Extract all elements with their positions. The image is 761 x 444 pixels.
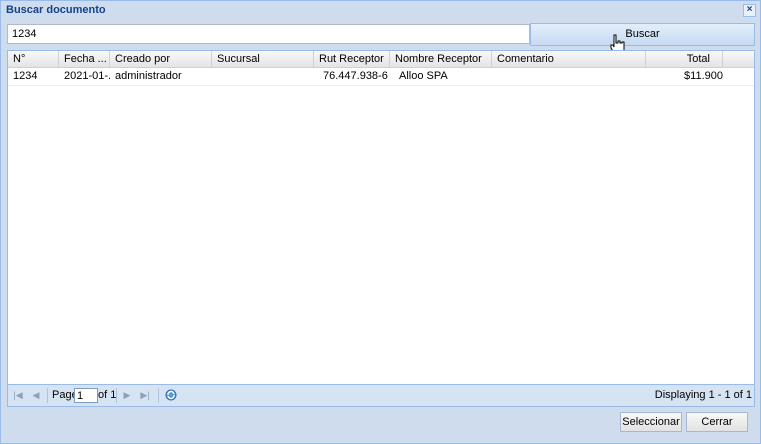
toolbar-separator [116,388,117,403]
column-header-spacer [723,51,754,67]
table-row[interactable]: 1234 2021-01-... administrador 76.447.93… [8,68,754,86]
refresh-icon[interactable] [165,389,177,401]
window-title: Buscar documento [6,4,106,16]
search-document-window: Buscar documento × Buscar N° Fecha ... C… [0,0,761,444]
paging-toolbar: |◀ ◀ Page of 1 ▶ ▶| Displaying 1 - 1 of … [7,384,755,407]
cell-nombre-receptor: Alloo SPA [399,70,448,82]
column-header-rut-receptor[interactable]: Rut Receptor [314,51,390,67]
window-titlebar[interactable]: Buscar documento × [1,1,760,18]
documents-grid: N° Fecha ... Creado por Sucursal Rut Rec… [7,50,755,385]
close-button[interactable]: Cerrar [686,412,748,432]
cell-total: $11.900 [684,70,723,82]
cell-creado-por: administrador [115,70,182,82]
toolbar-separator [158,388,159,403]
display-info: Displaying 1 - 1 of 1 [654,389,752,401]
close-icon[interactable]: × [743,4,756,17]
last-page-icon[interactable]: ▶| [139,389,151,401]
page-number-input[interactable] [74,388,98,403]
search-input[interactable] [7,24,530,44]
page-count-label: of 1 [98,389,117,401]
cell-n: 1234 [13,70,38,82]
prev-page-icon[interactable]: ◀ [30,389,42,401]
column-header-total[interactable]: Total [646,51,723,67]
cell-sucursal [212,68,314,85]
cell-comentario [492,68,646,85]
select-button[interactable]: Seleccionar [620,412,682,432]
column-header-fecha[interactable]: Fecha ... [59,51,110,67]
toolbar-separator [47,388,48,403]
column-header-n[interactable]: N° [8,51,59,67]
column-header-comentario[interactable]: Comentario [492,51,646,67]
grid-header: N° Fecha ... Creado por Sucursal Rut Rec… [8,51,754,68]
cell-rut-receptor: 76.447.938-6 [323,70,388,82]
search-button[interactable]: Buscar [530,23,755,46]
first-page-icon[interactable]: |◀ [12,389,24,401]
column-header-sucursal[interactable]: Sucursal [212,51,314,67]
cell-fecha: 2021-01-... [64,70,110,82]
next-page-icon[interactable]: ▶ [121,389,133,401]
column-header-nombre-receptor[interactable]: Nombre Receptor [390,51,492,67]
column-header-creado-por[interactable]: Creado por [110,51,212,67]
